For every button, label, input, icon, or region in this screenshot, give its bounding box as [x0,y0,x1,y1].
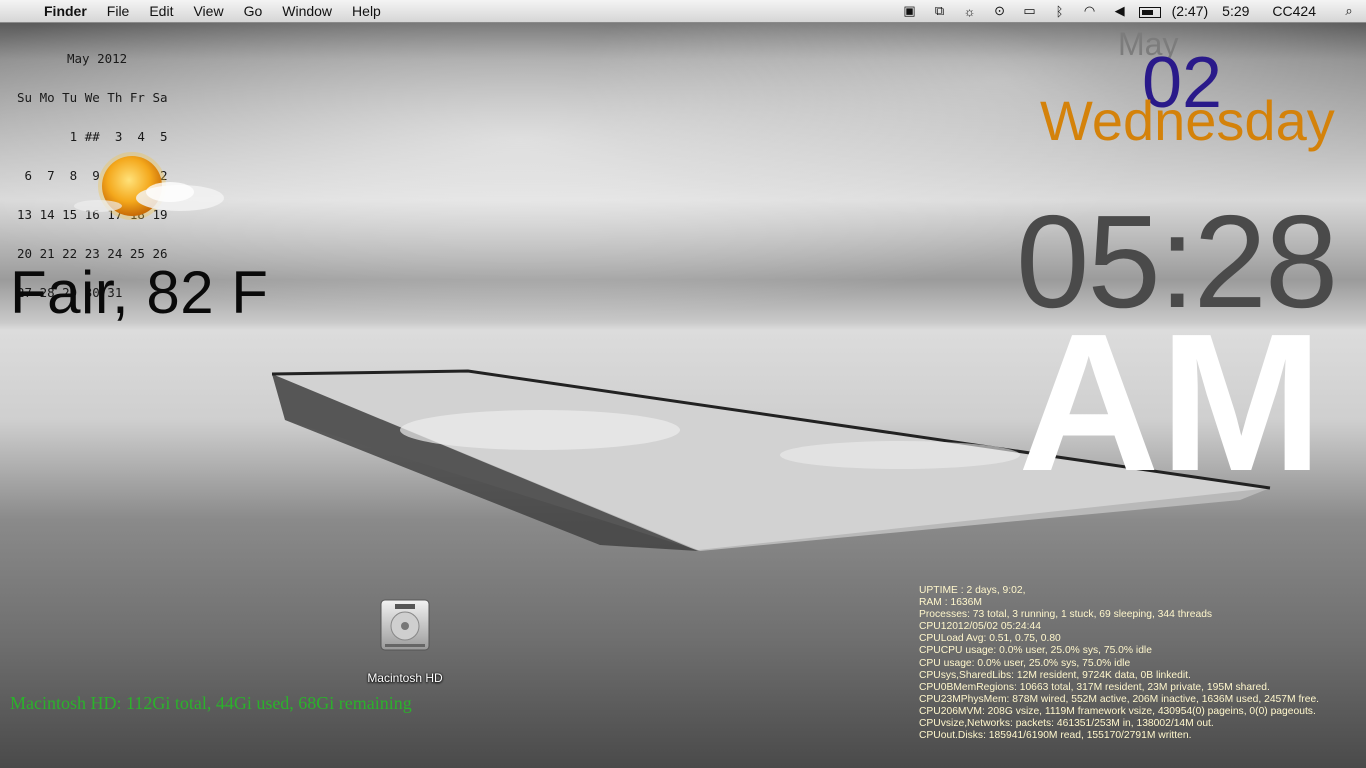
menu-file[interactable]: File [97,3,140,19]
menu-window[interactable]: Window [272,3,342,19]
macintosh-hd-desktop-icon[interactable]: Macintosh HD [350,596,460,685]
menubar-clock[interactable]: 5:29 [1215,3,1256,19]
hard-drive-icon [380,599,430,651]
sysinfo-line: CPU206MVM: 208G vsize, 1119M framework v… [919,705,1316,717]
clock-ampm: AM [1018,293,1323,512]
menu-go[interactable]: Go [234,3,273,19]
sunny-partly-cloudy-icon [74,152,224,220]
menu-view[interactable]: View [183,3,233,19]
spotlight-search-icon[interactable]: ⌕ [1332,3,1366,19]
sysinfo-line: CPU0BMemRegions: 10663 total, 317M resid… [919,681,1270,693]
bluetooth-icon[interactable]: ᛒ [1045,4,1075,19]
display-icon[interactable]: ▭ [1015,3,1045,19]
calendar-row: Su Mo Tu We Th Fr Sa [17,90,168,105]
user-menu[interactable]: CC424 [1256,3,1332,19]
sysinfo-line: CPU23MPhysMem: 878M wired, 552M active, … [919,693,1320,705]
wifi-icon[interactable]: ◠ [1075,3,1105,19]
sysinfo-line: CPUCPU usage: 0.0% user, 25.0% sys, 75.0… [919,645,1152,657]
sysinfo-line: RAM : 1636M [919,597,982,609]
sysinfo-line: UPTIME : 2 days, 9:02, [919,585,1026,596]
battery-icon[interactable] [1135,4,1165,19]
sysinfo-line: CPUsys,SharedLibs: 12M resident, 9724K d… [919,669,1191,681]
sysinfo-line: CPUvsize,Networks: packets: 461351/253M … [919,718,1214,730]
desktop-icon-label: Macintosh HD [367,671,443,685]
display-sharing-icon[interactable]: ⧉ [925,3,955,19]
disk-usage-text: Macintosh HD: 112Gi total, 44Gi used, 68… [10,693,412,713]
battery-time[interactable]: (2:47) [1165,3,1216,19]
calendar-title: May 2012 [67,51,128,66]
sysinfo-line: CPULoad Avg: 0.51, 0.75, 0.80 [919,633,1061,645]
time-machine-icon[interactable]: ⊙ [985,3,1015,19]
sysinfo-line: CPU usage: 0.0% user, 25.0% sys, 75.0% i… [919,657,1131,669]
menu-app-finder[interactable]: Finder [36,3,97,19]
weather-condition: Fair, 82 F [10,259,269,326]
terminal-icon[interactable]: ▣ [895,3,925,19]
menu-help[interactable]: Help [342,3,391,19]
sysinfo-line: CPUout.Disks: 185941/6190M read, 155170/… [919,730,1192,742]
menu-edit[interactable]: Edit [139,3,183,19]
date-weekday: Wednesday [1040,89,1335,152]
menu-bar: Finder File Edit View Go Window Help ▣ ⧉… [0,0,1366,23]
sysinfo-line: CPU12012/05/02 05:24:44 [919,621,1041,633]
brightness-icon[interactable]: ☼ [955,4,985,19]
system-info-panel: UPTIME : 2 days, 9:02, RAM : 1636M Proce… [919,585,1319,742]
volume-icon[interactable]: ◀ [1105,3,1135,19]
sysinfo-line: Processes: 73 total, 3 running, 1 stuck,… [919,609,1213,621]
